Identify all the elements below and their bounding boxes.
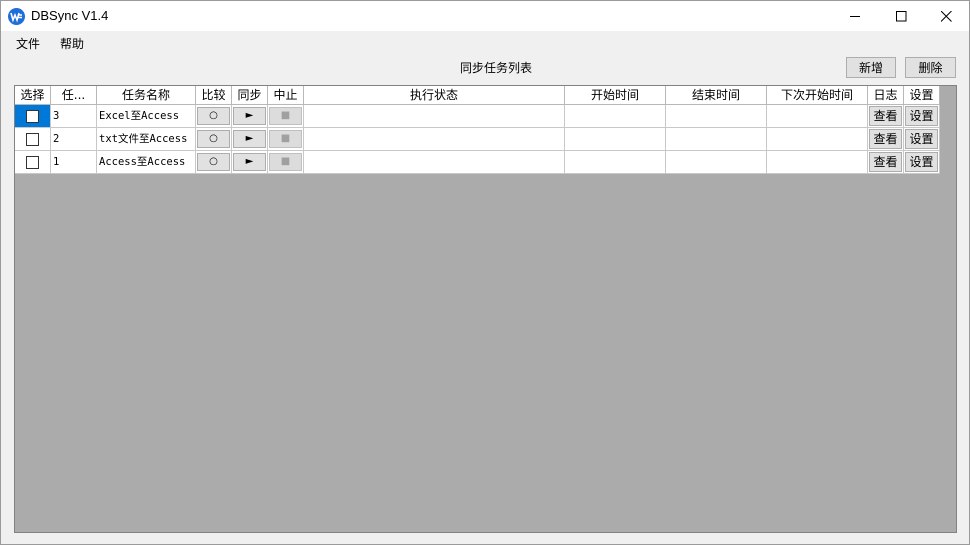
task-id-cell: 3 bbox=[51, 105, 97, 128]
header-select[interactable]: 选择 bbox=[15, 86, 51, 105]
settings-button[interactable]: 设置 bbox=[905, 106, 938, 126]
row-checkbox[interactable] bbox=[26, 133, 39, 146]
stop-cell: ■ bbox=[268, 151, 304, 174]
minimize-button[interactable] bbox=[832, 1, 878, 31]
window-title: DBSync V1.4 bbox=[31, 8, 109, 23]
task-list-title: 同步任务列表 bbox=[460, 61, 533, 75]
header-end-time[interactable]: 结束时间 bbox=[666, 86, 767, 105]
table-row[interactable]: 3 Excel至Access ○ ► ■ 查看 设置 bbox=[15, 105, 940, 128]
close-button[interactable] bbox=[923, 1, 969, 31]
table-row[interactable]: 1 Access至Access ○ ► ■ 查看 设置 bbox=[15, 151, 940, 174]
header-log[interactable]: 日志 bbox=[868, 86, 904, 105]
app-logo-icon bbox=[8, 8, 25, 25]
app-window: DBSync V1.4 文件 帮助 同步任务列表 新增 删除 选择 任... 任… bbox=[0, 0, 970, 545]
sync-cell: ► bbox=[232, 128, 268, 151]
select-cell[interactable] bbox=[15, 105, 51, 128]
status-cell bbox=[304, 151, 565, 174]
log-cell: 查看 bbox=[868, 151, 904, 174]
task-name-cell: txt文件至Access bbox=[97, 128, 196, 151]
stop-cell: ■ bbox=[268, 105, 304, 128]
maximize-icon bbox=[895, 10, 906, 21]
row-checkbox[interactable] bbox=[26, 156, 39, 169]
next-start-time-cell bbox=[767, 128, 868, 151]
stop-button[interactable]: ■ bbox=[269, 107, 302, 125]
task-name-cell: Excel至Access bbox=[97, 105, 196, 128]
sync-cell: ► bbox=[232, 151, 268, 174]
view-log-button[interactable]: 查看 bbox=[869, 129, 902, 149]
header-stop[interactable]: 中止 bbox=[268, 86, 304, 105]
settings-cell: 设置 bbox=[904, 128, 940, 151]
end-time-cell bbox=[666, 105, 767, 128]
log-cell: 查看 bbox=[868, 105, 904, 128]
header-task-name[interactable]: 任务名称 bbox=[97, 86, 196, 105]
sync-cell: ► bbox=[232, 105, 268, 128]
task-grid: 选择 任... 任务名称 比较 同步 中止 执行状态 开始时间 结束时间 下次开… bbox=[14, 85, 957, 533]
settings-button[interactable]: 设置 bbox=[905, 152, 938, 172]
header-compare[interactable]: 比较 bbox=[196, 86, 232, 105]
row-checkbox[interactable] bbox=[26, 110, 39, 123]
title-bar[interactable]: DBSync V1.4 bbox=[1, 1, 969, 31]
log-cell: 查看 bbox=[868, 128, 904, 151]
start-time-cell bbox=[565, 128, 666, 151]
sync-button[interactable]: ► bbox=[233, 107, 266, 125]
settings-button[interactable]: 设置 bbox=[905, 129, 938, 149]
header-status[interactable]: 执行状态 bbox=[304, 86, 565, 105]
status-cell bbox=[304, 128, 565, 151]
end-time-cell bbox=[666, 128, 767, 151]
delete-task-button[interactable]: 删除 bbox=[905, 57, 956, 78]
stop-button[interactable]: ■ bbox=[269, 130, 302, 148]
select-cell[interactable] bbox=[15, 151, 51, 174]
settings-cell: 设置 bbox=[904, 151, 940, 174]
compare-cell: ○ bbox=[196, 151, 232, 174]
menu-file[interactable]: 文件 bbox=[16, 36, 40, 52]
next-start-time-cell bbox=[767, 151, 868, 174]
header-start-time[interactable]: 开始时间 bbox=[565, 86, 666, 105]
header-next-start-time[interactable]: 下次开始时间 bbox=[767, 86, 868, 105]
settings-cell: 设置 bbox=[904, 105, 940, 128]
task-id-cell: 2 bbox=[51, 128, 97, 151]
stop-cell: ■ bbox=[268, 128, 304, 151]
header-sync[interactable]: 同步 bbox=[232, 86, 268, 105]
menu-help[interactable]: 帮助 bbox=[60, 36, 84, 52]
view-log-button[interactable]: 查看 bbox=[869, 106, 902, 126]
task-id-cell: 1 bbox=[51, 151, 97, 174]
end-time-cell bbox=[666, 151, 767, 174]
compare-cell: ○ bbox=[196, 128, 232, 151]
compare-cell: ○ bbox=[196, 105, 232, 128]
sync-button[interactable]: ► bbox=[233, 153, 266, 171]
task-name-cell: Access至Access bbox=[97, 151, 196, 174]
status-cell bbox=[304, 105, 565, 128]
grid-header: 选择 任... 任务名称 比较 同步 中止 执行状态 开始时间 结束时间 下次开… bbox=[15, 86, 940, 105]
header-task-id[interactable]: 任... bbox=[51, 86, 97, 105]
view-log-button[interactable]: 查看 bbox=[869, 152, 902, 172]
select-cell[interactable] bbox=[15, 128, 51, 151]
next-start-time-cell bbox=[767, 105, 868, 128]
maximize-button[interactable] bbox=[878, 1, 924, 31]
minimize-icon bbox=[849, 15, 860, 17]
start-time-cell bbox=[565, 105, 666, 128]
compare-button[interactable]: ○ bbox=[197, 107, 230, 125]
sync-button[interactable]: ► bbox=[233, 130, 266, 148]
add-task-button[interactable]: 新增 bbox=[846, 57, 896, 78]
table-row[interactable]: 2 txt文件至Access ○ ► ■ 查看 设置 bbox=[15, 128, 940, 151]
close-icon bbox=[940, 10, 952, 22]
stop-button[interactable]: ■ bbox=[269, 153, 302, 171]
menu-bar: 文件 帮助 bbox=[1, 31, 969, 57]
start-time-cell bbox=[565, 151, 666, 174]
compare-button[interactable]: ○ bbox=[197, 153, 230, 171]
header-settings[interactable]: 设置 bbox=[904, 86, 940, 105]
compare-button[interactable]: ○ bbox=[197, 130, 230, 148]
